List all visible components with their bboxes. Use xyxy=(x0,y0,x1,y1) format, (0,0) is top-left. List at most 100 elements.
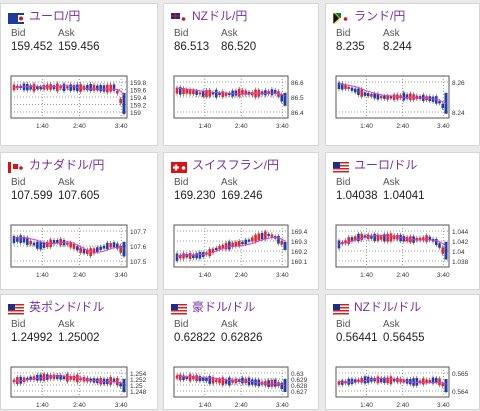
card-title[interactable]: NZドル/円 xyxy=(171,9,247,24)
candle xyxy=(92,248,96,254)
candle xyxy=(36,86,39,90)
currency-pair-label[interactable]: ユーロ/円 xyxy=(29,9,80,23)
price-chart[interactable]: 8.26 8.24 1:40 2:40 3:40 xyxy=(332,70,475,132)
x-tick-label: 1:40 xyxy=(36,123,49,130)
candle xyxy=(96,247,99,253)
card-title[interactable]: スイスフラン/円 xyxy=(171,158,279,173)
fx-card[interactable]: ユーロ/円 Bid Ask 159.452 159.456 159.8 159.6 159.4… xyxy=(0,3,158,146)
candle xyxy=(32,83,36,92)
fx-card[interactable]: ランド/円 Bid Ask 8.235 8.244 8.26 8.24 1:40 2:40 3:4… xyxy=(325,3,480,146)
card-title[interactable]: カナダドル/円 xyxy=(8,158,104,173)
fx-card[interactable]: NZドル/円 Bid Ask 86.513 86.520 86.6 86.5 86.4 1:40… xyxy=(163,3,319,146)
price-chart[interactable]: 159.8159.6159.4159.2159 1:40 2:40 3:40 xyxy=(7,70,153,132)
x-tick-label: 1:40 xyxy=(198,272,211,279)
candle xyxy=(119,98,122,104)
currency-pair-label[interactable]: ランド/円 xyxy=(354,9,405,23)
card-title[interactable]: 豪ドル/ドル xyxy=(171,300,255,315)
price-chart[interactable]: 0.630.6290.6280.6271:40 2:40 3:40 xyxy=(170,361,314,411)
candle xyxy=(434,96,438,104)
candle xyxy=(188,89,192,95)
price-chart[interactable]: 1.044 1.042 1.04 1.038 1:40 2:40 3:40 xyxy=(332,219,475,281)
candle xyxy=(250,237,254,242)
candle xyxy=(337,82,341,90)
currency-pair-label[interactable]: カナダドル/円 xyxy=(29,158,104,172)
card-title[interactable]: NZドル/ドル xyxy=(333,300,421,315)
card-title[interactable]: ユーロ/ドル xyxy=(333,158,417,173)
y-tick-label: 159.4 xyxy=(130,95,147,102)
price-chart[interactable]: 169.4 169.3 169.2 169.1 1:40 2:40 3:40 xyxy=(170,219,314,281)
candle xyxy=(415,377,419,386)
currency-pair-label[interactable]: NZドル/ドル xyxy=(354,300,421,314)
candle xyxy=(66,86,69,89)
candle xyxy=(389,96,393,99)
bid-label: Bid xyxy=(174,319,189,330)
candle xyxy=(175,253,179,261)
y-tick-label: 86.4 xyxy=(291,110,304,117)
price-chart[interactable]: 0.565 0.564 1:40 2:40 3:40 xyxy=(332,361,475,411)
card-title[interactable]: 英ポンド/ドル xyxy=(8,300,104,315)
currency-pair-label[interactable]: ユーロ/ドル xyxy=(354,158,417,172)
candle xyxy=(102,245,106,249)
candle xyxy=(337,240,341,249)
card-title[interactable]: ランド/円 xyxy=(332,9,405,24)
bid-label: Bid xyxy=(11,177,26,188)
ask-value: 1.04041 xyxy=(383,190,425,202)
fx-card[interactable]: 豪ドル/ドル Bid Ask 0.62822 0.62826 0.63 0.629 0.628… xyxy=(163,294,319,410)
x-tick-label: 2:40 xyxy=(235,123,248,130)
y-tick-label: 1.248 xyxy=(130,389,147,396)
candle xyxy=(373,233,376,241)
y-tick-label: 107.6 xyxy=(130,244,147,251)
candle xyxy=(122,241,126,257)
fx-card[interactable]: NZドル/ドル Bid Ask 0.56441 0.56455 0.565 0.564 1:4… xyxy=(325,294,480,410)
currency-pair-label[interactable]: NZドル/円 xyxy=(192,9,247,23)
candle xyxy=(52,85,56,90)
currency-pair-label[interactable]: スイスフラン/円 xyxy=(192,158,279,172)
y-tick-label: 1.042 xyxy=(452,239,469,246)
x-tick-label: 1:40 xyxy=(198,123,211,130)
fx-card[interactable]: カナダドル/円 Bid Ask 107.599 107.605 107.7 107.6 107… xyxy=(0,152,158,290)
candle xyxy=(379,95,383,99)
candle xyxy=(221,91,225,97)
fx-card[interactable]: スイスフラン/円 Bid Ask 169.230 169.246 169.4 169.3 16… xyxy=(163,152,319,290)
candle xyxy=(59,86,62,89)
x-tick-label: 2:40 xyxy=(235,402,248,409)
currency-pair-label[interactable]: 英ポンド/ドル xyxy=(29,300,104,314)
bid-label: Bid xyxy=(336,319,351,330)
x-tick-label: 3:40 xyxy=(437,402,450,409)
candle xyxy=(221,377,225,386)
ask-value: 8.244 xyxy=(383,41,412,53)
candle xyxy=(264,231,267,240)
candle xyxy=(188,253,192,259)
candle xyxy=(283,241,287,250)
price-chart[interactable]: 86.6 86.5 86.4 1:40 2:40 3:40 xyxy=(170,70,314,132)
candle xyxy=(96,85,99,91)
candle xyxy=(112,242,116,248)
candle xyxy=(350,87,354,91)
candle xyxy=(283,92,287,106)
price-chart[interactable]: 107.7 107.6 107.5 1:40 2:40 3:40 xyxy=(7,219,153,281)
y-tick-label: 86.6 xyxy=(291,80,304,87)
candle xyxy=(52,374,56,380)
candle xyxy=(363,376,367,384)
currency-pair-label[interactable]: 豪ドル/ドル xyxy=(192,300,255,314)
fx-card[interactable]: 英ポンド/ドル Bid Ask 1.24992 1.25002 1.254 1.252 1.2… xyxy=(0,294,158,410)
candle xyxy=(56,83,59,92)
price-chart[interactable]: 1.2541.2521.251.2481:40 2:40 3:40 xyxy=(7,361,153,411)
candle xyxy=(254,234,257,242)
candle xyxy=(247,239,251,242)
bid-label: Bid xyxy=(336,28,351,39)
candle xyxy=(360,377,363,383)
candle xyxy=(198,376,202,382)
y-tick-label: 159 xyxy=(130,110,141,117)
bid-value: 0.62822 xyxy=(174,332,216,344)
candle xyxy=(29,85,32,90)
card-title[interactable]: ユーロ/円 xyxy=(8,9,80,24)
ask-label: Ask xyxy=(221,28,238,39)
candle xyxy=(441,247,445,254)
x-tick-label: 2:40 xyxy=(396,123,409,130)
fx-card[interactable]: ユーロ/ドル Bid Ask 1.04038 1.04041 1.044 1.042 1.04… xyxy=(325,152,480,290)
candle xyxy=(353,88,357,93)
candle xyxy=(102,85,106,92)
bid-value: 0.56441 xyxy=(336,332,378,344)
candle xyxy=(273,379,277,387)
